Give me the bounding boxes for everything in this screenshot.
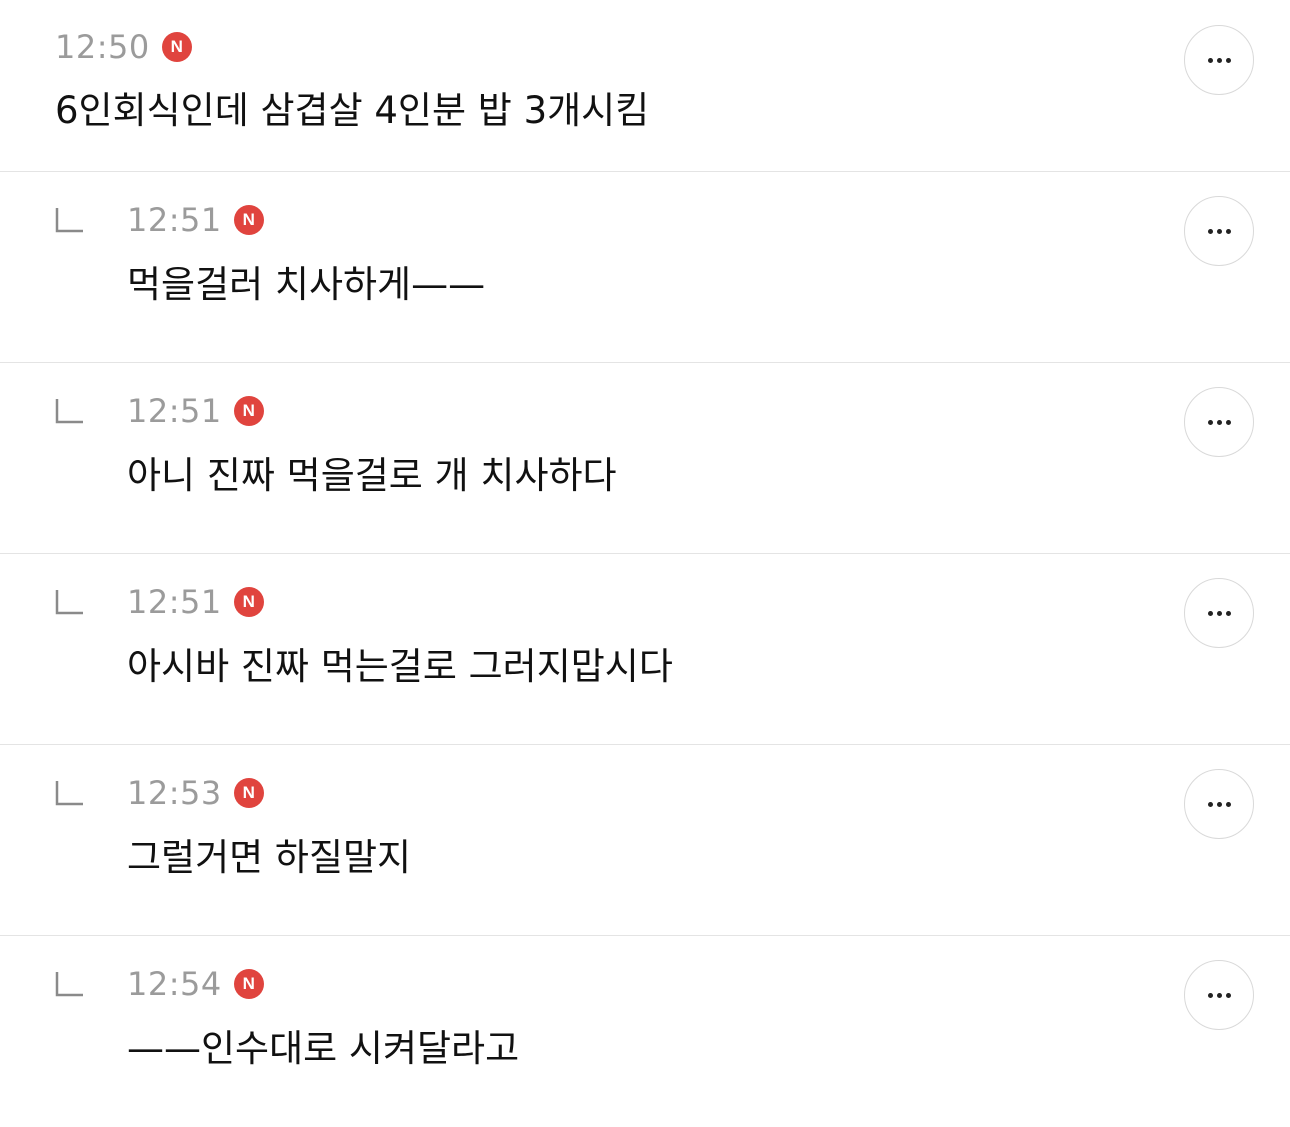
- comment-text: ——인수대로 시켜달라고: [127, 1027, 520, 1070]
- comment-meta: 12:51 N: [127, 391, 264, 431]
- more-options-button[interactable]: [1184, 25, 1254, 95]
- reply-arrow-icon: [55, 208, 83, 233]
- reply-item: 12:54 N ——인수대로 시켜달라고: [0, 936, 1290, 1127]
- comment-text: 그럴거면 하질말지: [127, 836, 412, 879]
- ellipsis-icon: [1207, 419, 1231, 425]
- comment-time: 12:51: [127, 392, 222, 430]
- comment-meta: 12:53 N: [127, 773, 264, 813]
- comment-text: 아니 진짜 먹을걸로 개 치사하다: [127, 454, 617, 497]
- comment-time: 12:51: [127, 201, 222, 239]
- reply-item: 12:51 N 아니 진짜 먹을걸로 개 치사하다: [0, 363, 1290, 554]
- ellipsis-icon: [1207, 801, 1231, 807]
- reply-arrow-icon: [55, 781, 83, 806]
- comment-item: 12:50 N 6인회식인데 삼겹살 4인분 밥 3개시킴: [0, 0, 1290, 172]
- new-badge: N: [161, 32, 192, 62]
- comment-meta: 12:50 N: [55, 27, 192, 67]
- ellipsis-icon: [1207, 992, 1231, 998]
- new-badge: N: [233, 778, 264, 808]
- comment-text: 먹을걸러 치사하게——: [127, 263, 486, 306]
- new-badge: N: [233, 587, 264, 617]
- reply-item: 12:53 N 그럴거면 하질말지: [0, 745, 1290, 936]
- more-options-button[interactable]: [1184, 196, 1254, 266]
- reply-arrow-icon: [55, 972, 83, 997]
- reply-item: 12:51 N 아시바 진짜 먹는걸로 그러지맙시다: [0, 554, 1290, 745]
- more-options-button[interactable]: [1184, 960, 1254, 1030]
- reply-arrow-icon: [55, 590, 83, 615]
- ellipsis-icon: [1207, 57, 1231, 63]
- reply-item: 12:51 N 먹을걸러 치사하게——: [0, 172, 1290, 363]
- reply-arrow-icon: [55, 399, 83, 424]
- more-options-button[interactable]: [1184, 387, 1254, 457]
- comment-text: 6인회식인데 삼겹살 4인분 밥 3개시킴: [55, 89, 650, 132]
- comment-meta: 12:51 N: [127, 200, 264, 240]
- more-options-button[interactable]: [1184, 769, 1254, 839]
- new-badge: N: [233, 396, 264, 426]
- comment-meta: 12:54 N: [127, 964, 264, 1004]
- comment-time: 12:50: [55, 28, 150, 66]
- comment-time: 12:53: [127, 774, 222, 812]
- new-badge: N: [233, 969, 264, 999]
- comment-meta: 12:51 N: [127, 582, 264, 622]
- ellipsis-icon: [1207, 228, 1231, 234]
- ellipsis-icon: [1207, 610, 1231, 616]
- comment-text: 아시바 진짜 먹는걸로 그러지맙시다: [127, 645, 673, 688]
- more-options-button[interactable]: [1184, 578, 1254, 648]
- comment-time: 12:54: [127, 965, 222, 1003]
- new-badge: N: [233, 205, 264, 235]
- comment-thread: 12:50 N 6인회식인데 삼겹살 4인분 밥 3개시킴 12:51 N 먹을…: [0, 0, 1290, 1127]
- comment-time: 12:51: [127, 583, 222, 621]
